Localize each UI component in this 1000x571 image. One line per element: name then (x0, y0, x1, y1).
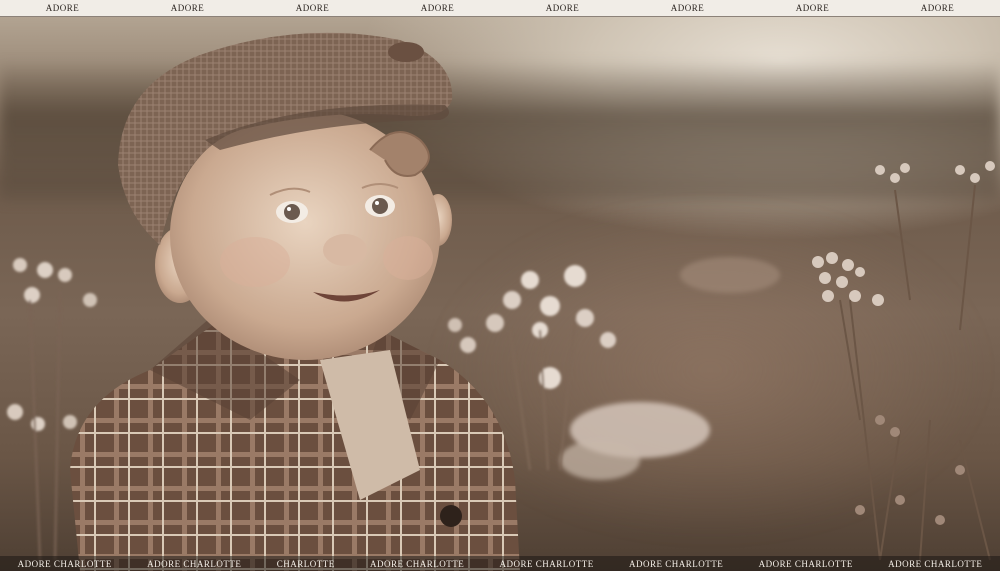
toddler (70, 32, 520, 571)
watermark-text: ADORE CHARLOTTE (758, 558, 853, 569)
watermark-text: ADORE (295, 3, 330, 13)
watermark-text: ADORE (920, 3, 955, 13)
watermark-text: ADORE (45, 3, 80, 13)
watermark-strip-top: ADORE ADORE ADORE ADORE ADORE ADORE ADOR… (0, 0, 1000, 17)
cap-button (388, 42, 424, 62)
photo: ADORE ADORE ADORE ADORE ADORE ADORE ADOR… (0, 0, 1000, 571)
scene-illustration (7, 32, 995, 571)
watermark-text: ADORE CHARLOTTE (888, 558, 983, 569)
watermark-text: ADORE CHARLOTTE (629, 558, 724, 569)
watermark-text: CHARLOTTE (276, 558, 335, 569)
watermark-strip-bottom: ADORE CHARLOTTE ADORE CHARLOTTE CHARLOTT… (0, 556, 1000, 571)
watermark-text: ADORE CHARLOTTE (17, 558, 112, 569)
watermark-text: ADORE (545, 3, 580, 13)
flowers-right-sharp (812, 161, 995, 561)
watermark-text: ADORE (420, 3, 455, 13)
watermark-text: ADORE (670, 3, 705, 13)
watermark-text: ADORE CHARLOTTE (147, 558, 242, 569)
watermark-text: ADORE (795, 3, 830, 13)
watermark-text: ADORE CHARLOTTE (369, 558, 465, 569)
watermark-text: ADORE (170, 3, 205, 13)
flowers-right-blurred (560, 257, 780, 480)
coat-button (440, 505, 462, 527)
watermark-text: ADORE CHARLOTTE (499, 558, 594, 569)
